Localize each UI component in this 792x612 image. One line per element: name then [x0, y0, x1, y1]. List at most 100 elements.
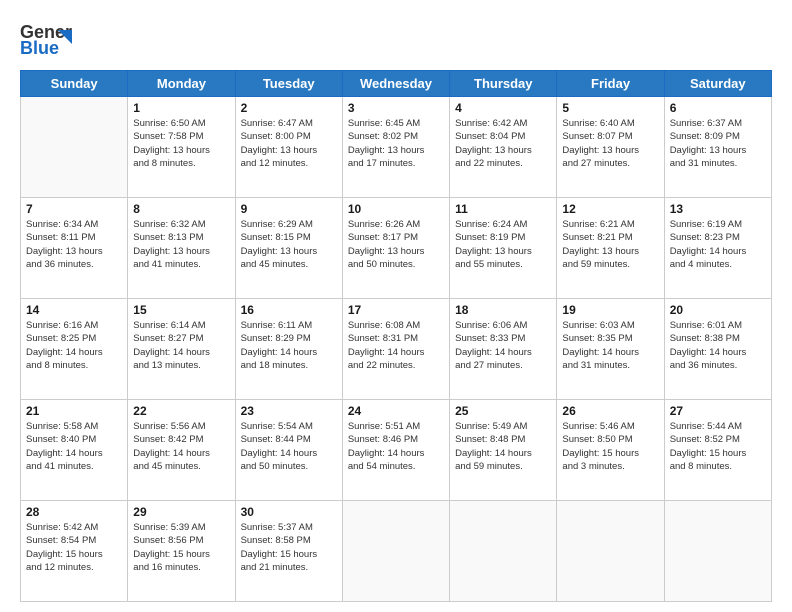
- calendar-cell: 21 Sunrise: 5:58 AM Sunset: 8:40 PM Dayli…: [21, 400, 128, 501]
- day-number: 19: [562, 303, 658, 317]
- cell-info: Sunrise: 6:34 AM Sunset: 8:11 PM Dayligh…: [26, 218, 122, 271]
- calendar-cell: 17 Sunrise: 6:08 AM Sunset: 8:31 PM Dayli…: [342, 299, 449, 400]
- cell-info: Sunrise: 5:39 AM Sunset: 8:56 PM Dayligh…: [133, 521, 229, 574]
- calendar-cell: 5Sunrise: 6:40 AM Sunset: 8:07 PM Daylig…: [557, 97, 664, 198]
- calendar-cell: 20 Sunrise: 6:01 AM Sunset: 8:38 PM Dayli…: [664, 299, 771, 400]
- calendar-cell: 22 Sunrise: 5:56 AM Sunset: 8:42 PM Dayli…: [128, 400, 235, 501]
- weekday-header: Friday: [557, 71, 664, 97]
- calendar-cell: [450, 501, 557, 602]
- cell-info: Sunrise: 5:54 AM Sunset: 8:44 PM Dayligh…: [241, 420, 337, 473]
- day-number: 13: [670, 202, 766, 216]
- day-number: 27: [670, 404, 766, 418]
- cell-info: Sunrise: 5:56 AM Sunset: 8:42 PM Dayligh…: [133, 420, 229, 473]
- cell-info: Sunrise: 6:14 AM Sunset: 8:27 PM Dayligh…: [133, 319, 229, 372]
- weekday-header: Wednesday: [342, 71, 449, 97]
- cell-info: Sunrise: 6:40 AM Sunset: 8:07 PM Dayligh…: [562, 117, 658, 170]
- weekday-header: Saturday: [664, 71, 771, 97]
- day-number: 8: [133, 202, 229, 216]
- calendar-cell: 4Sunrise: 6:42 AM Sunset: 8:04 PM Daylig…: [450, 97, 557, 198]
- calendar-cell: 18 Sunrise: 6:06 AM Sunset: 8:33 PM Dayli…: [450, 299, 557, 400]
- calendar-cell: 23 Sunrise: 5:54 AM Sunset: 8:44 PM Dayli…: [235, 400, 342, 501]
- cell-info: Sunrise: 6:45 AM Sunset: 8:02 PM Dayligh…: [348, 117, 444, 170]
- day-number: 4: [455, 101, 551, 115]
- calendar-cell: 11 Sunrise: 6:24 AM Sunset: 8:19 PM Dayli…: [450, 198, 557, 299]
- weekday-header: Tuesday: [235, 71, 342, 97]
- page: General Blue SundayMondayTuesdayWednesda…: [0, 0, 792, 612]
- cell-info: Sunrise: 5:49 AM Sunset: 8:48 PM Dayligh…: [455, 420, 551, 473]
- calendar-week-row: 28 Sunrise: 5:42 AM Sunset: 8:54 PM Dayli…: [21, 501, 772, 602]
- day-number: 12: [562, 202, 658, 216]
- day-number: 1: [133, 101, 229, 115]
- svg-text:Blue: Blue: [20, 38, 59, 58]
- day-number: 18: [455, 303, 551, 317]
- calendar-cell: [664, 501, 771, 602]
- day-number: 9: [241, 202, 337, 216]
- calendar-cell: 10Sunrise: 6:26 AM Sunset: 8:17 PM Dayli…: [342, 198, 449, 299]
- cell-info: Sunrise: 5:46 AM Sunset: 8:50 PM Dayligh…: [562, 420, 658, 473]
- calendar-cell: 25 Sunrise: 5:49 AM Sunset: 8:48 PM Dayli…: [450, 400, 557, 501]
- cell-info: Sunrise: 6:03 AM Sunset: 8:35 PM Dayligh…: [562, 319, 658, 372]
- cell-info: Sunrise: 6:47 AM Sunset: 8:00 PM Dayligh…: [241, 117, 337, 170]
- calendar-cell: 27 Sunrise: 5:44 AM Sunset: 8:52 PM Dayli…: [664, 400, 771, 501]
- cell-info: Sunrise: 5:51 AM Sunset: 8:46 PM Dayligh…: [348, 420, 444, 473]
- calendar-week-row: 14 Sunrise: 6:16 AM Sunset: 8:25 PM Dayli…: [21, 299, 772, 400]
- calendar-cell: 9 Sunrise: 6:29 AM Sunset: 8:15 PM Daylig…: [235, 198, 342, 299]
- cell-info: Sunrise: 6:06 AM Sunset: 8:33 PM Dayligh…: [455, 319, 551, 372]
- cell-info: Sunrise: 5:37 AM Sunset: 8:58 PM Dayligh…: [241, 521, 337, 574]
- calendar-cell: 2Sunrise: 6:47 AM Sunset: 8:00 PM Daylig…: [235, 97, 342, 198]
- calendar-cell: 28 Sunrise: 5:42 AM Sunset: 8:54 PM Dayli…: [21, 501, 128, 602]
- header: General Blue: [20, 16, 772, 60]
- cell-info: Sunrise: 6:21 AM Sunset: 8:21 PM Dayligh…: [562, 218, 658, 271]
- cell-info: Sunrise: 6:11 AM Sunset: 8:29 PM Dayligh…: [241, 319, 337, 372]
- day-number: 28: [26, 505, 122, 519]
- calendar-cell: 8Sunrise: 6:32 AM Sunset: 8:13 PM Daylig…: [128, 198, 235, 299]
- cell-info: Sunrise: 6:16 AM Sunset: 8:25 PM Dayligh…: [26, 319, 122, 372]
- day-number: 22: [133, 404, 229, 418]
- day-number: 16: [241, 303, 337, 317]
- day-number: 10: [348, 202, 444, 216]
- day-number: 21: [26, 404, 122, 418]
- weekday-header-row: SundayMondayTuesdayWednesdayThursdayFrid…: [21, 71, 772, 97]
- day-number: 17: [348, 303, 444, 317]
- calendar-cell: [342, 501, 449, 602]
- calendar-week-row: 21 Sunrise: 5:58 AM Sunset: 8:40 PM Dayli…: [21, 400, 772, 501]
- day-number: 26: [562, 404, 658, 418]
- cell-info: Sunrise: 5:44 AM Sunset: 8:52 PM Dayligh…: [670, 420, 766, 473]
- cell-info: Sunrise: 6:50 AM Sunset: 7:58 PM Dayligh…: [133, 117, 229, 170]
- weekday-header: Monday: [128, 71, 235, 97]
- day-number: 25: [455, 404, 551, 418]
- weekday-header: Thursday: [450, 71, 557, 97]
- day-number: 6: [670, 101, 766, 115]
- cell-info: Sunrise: 6:19 AM Sunset: 8:23 PM Dayligh…: [670, 218, 766, 271]
- cell-info: Sunrise: 6:29 AM Sunset: 8:15 PM Dayligh…: [241, 218, 337, 271]
- cell-info: Sunrise: 5:42 AM Sunset: 8:54 PM Dayligh…: [26, 521, 122, 574]
- calendar-cell: 26 Sunrise: 5:46 AM Sunset: 8:50 PM Dayli…: [557, 400, 664, 501]
- calendar-table: SundayMondayTuesdayWednesdayThursdayFrid…: [20, 70, 772, 602]
- logo-icon: General Blue: [20, 16, 72, 60]
- calendar-cell: 29 Sunrise: 5:39 AM Sunset: 8:56 PM Dayli…: [128, 501, 235, 602]
- day-number: 29: [133, 505, 229, 519]
- day-number: 15: [133, 303, 229, 317]
- calendar-cell: 13 Sunrise: 6:19 AM Sunset: 8:23 PM Dayli…: [664, 198, 771, 299]
- cell-info: Sunrise: 5:58 AM Sunset: 8:40 PM Dayligh…: [26, 420, 122, 473]
- day-number: 24: [348, 404, 444, 418]
- calendar-cell: 1 Sunrise: 6:50 AM Sunset: 7:58 PM Daylig…: [128, 97, 235, 198]
- cell-info: Sunrise: 6:01 AM Sunset: 8:38 PM Dayligh…: [670, 319, 766, 372]
- calendar-cell: 7 Sunrise: 6:34 AM Sunset: 8:11 PM Daylig…: [21, 198, 128, 299]
- cell-info: Sunrise: 6:24 AM Sunset: 8:19 PM Dayligh…: [455, 218, 551, 271]
- calendar-cell: [557, 501, 664, 602]
- calendar-cell: 3Sunrise: 6:45 AM Sunset: 8:02 PM Daylig…: [342, 97, 449, 198]
- day-number: 30: [241, 505, 337, 519]
- day-number: 11: [455, 202, 551, 216]
- day-number: 14: [26, 303, 122, 317]
- day-number: 20: [670, 303, 766, 317]
- calendar-cell: 14 Sunrise: 6:16 AM Sunset: 8:25 PM Dayli…: [21, 299, 128, 400]
- calendar-cell: 6Sunrise: 6:37 AM Sunset: 8:09 PM Daylig…: [664, 97, 771, 198]
- calendar-week-row: 7 Sunrise: 6:34 AM Sunset: 8:11 PM Daylig…: [21, 198, 772, 299]
- calendar-week-row: 1 Sunrise: 6:50 AM Sunset: 7:58 PM Daylig…: [21, 97, 772, 198]
- day-number: 23: [241, 404, 337, 418]
- cell-info: Sunrise: 6:08 AM Sunset: 8:31 PM Dayligh…: [348, 319, 444, 372]
- day-number: 7: [26, 202, 122, 216]
- logo: General Blue: [20, 16, 72, 60]
- calendar-cell: 24 Sunrise: 5:51 AM Sunset: 8:46 PM Dayli…: [342, 400, 449, 501]
